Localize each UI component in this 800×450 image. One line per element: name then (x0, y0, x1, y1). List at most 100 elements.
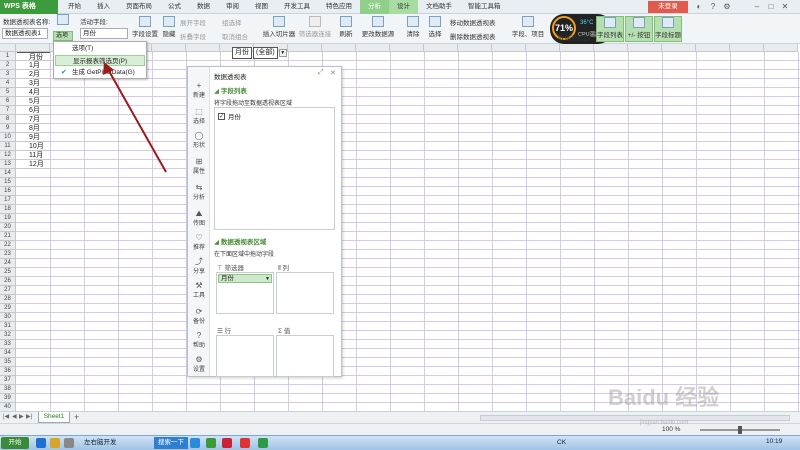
pane-close-icon[interactable]: ✕ (330, 69, 336, 77)
pivot-name-field[interactable]: 数据透视表1 (2, 28, 48, 39)
filter-dropdown-icon[interactable]: ▼ (278, 49, 287, 57)
pill-dropdown-icon[interactable]: ▼ (265, 275, 270, 283)
column-header[interactable] (152, 44, 186, 52)
hide-button[interactable]: 隐藏 (160, 16, 178, 38)
settings-icon[interactable]: ⚙ (722, 2, 732, 12)
pane-sidebar-item[interactable]: ⚒ 工具 (188, 281, 210, 299)
pane-sidebar-item[interactable]: + 新建 (188, 81, 210, 99)
zoom-slider[interactable] (700, 426, 780, 434)
add-sheet-icon[interactable]: + (74, 412, 79, 423)
row-header[interactable]: 36 (0, 367, 16, 376)
row-header[interactable]: 23 (0, 250, 16, 259)
column-header[interactable] (662, 44, 696, 52)
pane-sidebar-item[interactable]: ⛰ 传图 (188, 209, 210, 227)
column-header[interactable] (458, 44, 492, 52)
pane-sidebar-item[interactable]: ⟳ 备份 (188, 307, 210, 325)
row-header[interactable]: 24 (0, 259, 16, 268)
pivot-row-cell[interactable]: 1月 (17, 61, 50, 70)
row-drop-area[interactable] (216, 335, 274, 377)
pane-sidebar-item[interactable]: ⤴ 分享 (188, 257, 210, 275)
field-checkbox[interactable]: ✓ (218, 112, 225, 120)
filter-value[interactable]: (全部) (253, 47, 278, 59)
row-header[interactable]: 8 (0, 115, 16, 124)
sheet-tab-sheet1[interactable]: Sheet1 (38, 412, 70, 423)
help-icon[interactable]: ? (708, 2, 718, 12)
row-header[interactable]: 18 (0, 205, 16, 214)
pivot-row-cell[interactable]: 3月 (17, 79, 50, 88)
column-header[interactable] (322, 44, 356, 52)
row-header[interactable]: 15 (0, 178, 16, 187)
maximize-icon[interactable]: □ (766, 2, 776, 12)
ungroup-button[interactable]: 取消组合 (222, 31, 256, 41)
wps-menu-button[interactable]: WPS 表格 (0, 0, 58, 14)
tab-developer[interactable]: 开发工具 (276, 0, 318, 14)
folder-icon[interactable] (50, 438, 60, 448)
start-button[interactable]: 开始 (1, 437, 29, 449)
wps-icon[interactable] (206, 438, 216, 448)
tab-smart-toolbox[interactable]: 智能工具箱 (460, 0, 509, 14)
pane-title[interactable]: 数据透视表 (214, 71, 247, 81)
skin-icon[interactable]: ◐ (694, 2, 704, 12)
tab-data[interactable]: 数据 (189, 0, 218, 14)
row-header[interactable]: 29 (0, 304, 16, 313)
row-header[interactable]: 22 (0, 241, 16, 250)
column-header[interactable] (526, 44, 560, 52)
row-header[interactable]: 10 (0, 133, 16, 142)
next-sheet-icon[interactable]: ▶ (19, 413, 24, 420)
row-header[interactable]: 1 (0, 52, 16, 61)
column-header[interactable] (628, 44, 662, 52)
column-header[interactable] (696, 44, 730, 52)
row-header[interactable]: 5 (0, 88, 16, 97)
row-header[interactable]: 3 (0, 70, 16, 79)
select-button[interactable]: 选择 (425, 16, 445, 38)
app-icon-3[interactable] (240, 438, 250, 448)
tab-view[interactable]: 视图 (247, 0, 276, 14)
zoom-level[interactable]: 100 % (662, 426, 680, 433)
row-header[interactable]: 14 (0, 169, 16, 178)
row-header[interactable]: 26 (0, 277, 16, 286)
pin-icon[interactable]: ⤢ (318, 69, 324, 77)
change-source-button[interactable]: 更改数据源 (358, 16, 398, 38)
fields-items-button[interactable]: 字段、项目 (508, 16, 548, 38)
pane-sidebar-item[interactable]: ⊞ 属性 (188, 157, 210, 175)
row-header[interactable]: 27 (0, 286, 16, 295)
row-header[interactable]: 33 (0, 340, 16, 349)
filter-connections-button[interactable]: 筛选器连接 (298, 16, 332, 38)
tab-page-layout[interactable]: 页面布局 (118, 0, 160, 14)
menu-item-getpivotdata[interactable]: ✔ 生成 GetPivotData(G) (55, 67, 145, 78)
row-header[interactable]: 6 (0, 97, 16, 106)
move-pivot-button[interactable]: 移动数据透视表 (450, 17, 504, 27)
row-header[interactable]: 16 (0, 187, 16, 196)
value-drop-area[interactable] (276, 335, 334, 377)
row-header[interactable]: 21 (0, 232, 16, 241)
pane-sidebar-item[interactable]: ◯ 形状 (188, 131, 210, 149)
column-header[interactable] (288, 44, 322, 52)
row-header[interactable]: 11 (0, 142, 16, 151)
row-header[interactable]: 40 (0, 403, 16, 411)
minimize-icon[interactable]: – (752, 2, 762, 12)
row-header[interactable]: 31 (0, 322, 16, 331)
row-header[interactable]: 9 (0, 124, 16, 133)
tab-home[interactable]: 开始 (60, 0, 89, 14)
column-header[interactable] (356, 44, 390, 52)
taskbar-app-window[interactable]: 左右脑开发 (80, 437, 121, 449)
last-sheet-icon[interactable]: ▶| (26, 413, 32, 420)
pivot-row-cell[interactable]: 6月 (17, 106, 50, 115)
tab-insert[interactable]: 插入 (89, 0, 118, 14)
column-header[interactable] (764, 44, 798, 52)
tab-doc-assistant[interactable]: 文档助手 (418, 0, 460, 14)
pivot-row-cell[interactable]: 12月 (17, 160, 50, 169)
clear-button[interactable]: 清除 (404, 16, 422, 38)
row-header[interactable]: 38 (0, 385, 16, 394)
filter-drop-area[interactable]: 月份 ▼ (216, 272, 274, 314)
row-header[interactable]: 35 (0, 358, 16, 367)
spreadsheet-grid[interactable]: 1 2 3 4 5 6 7 8 9 10 11 12 13 14 15 16 17 18 19 20 21 22 23 24 2… (0, 44, 800, 411)
first-sheet-icon[interactable]: |◀ (3, 413, 9, 420)
select-all-corner[interactable] (0, 44, 16, 52)
pivot-row-cell[interactable]: 9月 (17, 133, 50, 142)
expand-field-button[interactable]: 展开字段 (180, 17, 214, 27)
column-drop-area[interactable] (276, 272, 334, 314)
row-header[interactable]: 2 (0, 61, 16, 70)
spreadsheet-icon[interactable] (258, 438, 268, 448)
tab-analyze[interactable]: 分析 (360, 0, 389, 14)
